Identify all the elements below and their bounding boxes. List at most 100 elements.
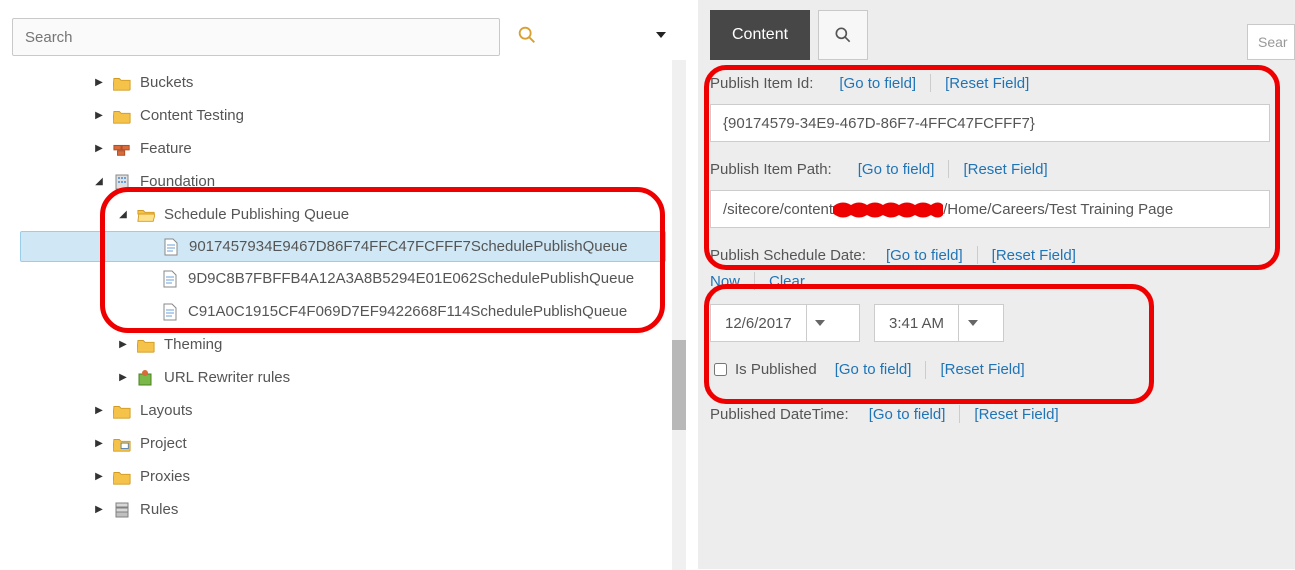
- tree-node-queue-item-3[interactable]: C91A0C1915CF4F069D7EF9422668F114Schedule…: [20, 295, 666, 328]
- field-label: Publish Item Path:: [710, 161, 832, 178]
- goto-field-link[interactable]: [Go to field]: [858, 161, 935, 178]
- separator: [959, 405, 960, 423]
- tab-content[interactable]: Content: [710, 10, 810, 60]
- placeholder-text: Sear: [1258, 34, 1288, 50]
- reset-field-link[interactable]: [Reset Field]: [992, 247, 1076, 264]
- tree-label: Content Testing: [140, 107, 244, 124]
- tree-node-queue-item-2[interactable]: 9D9C8B7FBFFB4A12A3A8B5294E01E062Schedule…: [20, 262, 666, 295]
- time-dropdown[interactable]: [958, 305, 986, 341]
- puzzle-icon: [136, 369, 156, 387]
- tree-label: Proxies: [140, 468, 190, 485]
- scrollbar-thumb[interactable]: [672, 340, 686, 430]
- tree-node-layouts[interactable]: ▶ Layouts: [20, 394, 666, 427]
- field-header-published-datetime: Published DateTime: [Go to field] [Reset…: [710, 405, 1295, 423]
- document-icon: [160, 270, 180, 288]
- time-value: 3:41 AM: [875, 315, 958, 332]
- reset-field-link[interactable]: [Reset Field]: [940, 361, 1024, 378]
- folder-icon: [112, 402, 132, 420]
- tree-label: Schedule Publishing Queue: [164, 206, 349, 223]
- is-published-checkbox[interactable]: [714, 363, 727, 376]
- content-tree: ▶ Buckets ▶ Content Testing ▶ Feature ◢ …: [20, 66, 666, 526]
- expand-icon[interactable]: ▶: [92, 77, 106, 88]
- date-input[interactable]: 12/6/2017: [710, 304, 860, 342]
- expand-icon[interactable]: ▶: [92, 438, 106, 449]
- tree-label: C91A0C1915CF4F069D7EF9422668F114Schedule…: [188, 303, 627, 320]
- time-input[interactable]: 3:41 AM: [874, 304, 1004, 342]
- tab-search[interactable]: [818, 10, 868, 60]
- publish-item-path-value[interactable]: /sitecore/content/Home/Careers/Test Trai…: [710, 190, 1270, 228]
- tree-label: URL Rewriter rules: [164, 369, 290, 386]
- document-icon: [160, 303, 180, 321]
- goto-field-link[interactable]: [Go to field]: [839, 75, 916, 92]
- date-quick-links: Now Clear: [710, 272, 1295, 290]
- tab-strip: Content: [698, 10, 868, 60]
- tree-node-theming[interactable]: ▶ Theming: [20, 328, 666, 361]
- reset-field-link[interactable]: [Reset Field]: [974, 406, 1058, 423]
- folder-icon: [112, 74, 132, 92]
- tree-label: Theming: [164, 336, 222, 353]
- field-header-publish-item-id: Publish Item Id: [Go to field] [Reset Fi…: [710, 74, 1295, 92]
- folder-icon: [112, 468, 132, 486]
- tree-node-buckets[interactable]: ▶ Buckets: [20, 66, 666, 99]
- item-search-input[interactable]: Sear: [1247, 24, 1295, 60]
- expand-icon[interactable]: ▶: [92, 143, 106, 154]
- field-header-publish-schedule-date: Publish Schedule Date: [Go to field] [Re…: [710, 246, 1295, 264]
- goto-field-link[interactable]: [Go to field]: [835, 361, 912, 378]
- collapse-icon[interactable]: ◢: [116, 209, 130, 220]
- expand-icon[interactable]: ▶: [116, 339, 130, 350]
- tree-node-content-testing[interactable]: ▶ Content Testing: [20, 99, 666, 132]
- search-icon: [833, 25, 853, 45]
- separator: [930, 74, 931, 92]
- tree-node-schedule-publishing-queue[interactable]: ◢ Schedule Publishing Queue: [20, 198, 666, 231]
- cabinet-icon: [112, 501, 132, 519]
- goto-field-link[interactable]: [Go to field]: [869, 406, 946, 423]
- field-label: Published DateTime:: [710, 406, 849, 423]
- tree-node-queue-item-1[interactable]: 9017457934E9467D86F74FFC47FCFFF7Schedule…: [20, 231, 666, 262]
- tree-search-input[interactable]: [23, 28, 489, 47]
- value-text-post: /Home/Careers/Test Training Page: [943, 201, 1173, 218]
- tree-node-url-rewriter[interactable]: ▶ URL Rewriter rules: [20, 361, 666, 394]
- date-value: 12/6/2017: [711, 315, 806, 332]
- tree-node-foundation[interactable]: ◢ Foundation: [20, 165, 666, 198]
- folder-icon: [136, 336, 156, 354]
- tree-label: Foundation: [140, 173, 215, 190]
- tab-label: Content: [732, 26, 788, 44]
- tree-node-feature[interactable]: ▶ Feature: [20, 132, 666, 165]
- value-text-pre: /sitecore/content: [723, 201, 833, 218]
- expand-icon[interactable]: ▶: [92, 471, 106, 482]
- tree-label: 9017457934E9467D86F74FFC47FCFFF7Schedule…: [189, 238, 628, 255]
- tree-node-project[interactable]: ▶ Project: [20, 427, 666, 460]
- field-header-publish-item-path: Publish Item Path: [Go to field] [Reset …: [710, 160, 1295, 178]
- separator: [925, 361, 926, 379]
- chevron-down-icon: [968, 320, 978, 326]
- reset-field-link[interactable]: [Reset Field]: [945, 75, 1029, 92]
- pane-divider[interactable]: [686, 0, 698, 569]
- tree-label: Buckets: [140, 74, 193, 91]
- folder-icon: [112, 107, 132, 125]
- goto-field-link[interactable]: [Go to field]: [886, 247, 963, 264]
- tree-search-container[interactable]: [12, 18, 500, 56]
- field-label: Is Published: [735, 361, 817, 378]
- clear-link[interactable]: Clear: [769, 273, 805, 290]
- date-dropdown[interactable]: [806, 305, 834, 341]
- field-editor: Publish Item Id: [Go to field] [Reset Fi…: [698, 60, 1295, 569]
- tree-node-rules[interactable]: ▶ Rules: [20, 493, 666, 526]
- tree-label: Rules: [140, 501, 178, 518]
- tree-label: Project: [140, 435, 187, 452]
- tree-node-proxies[interactable]: ▶ Proxies: [20, 460, 666, 493]
- now-link[interactable]: Now: [710, 273, 740, 290]
- collapse-icon[interactable]: ◢: [92, 176, 106, 187]
- publish-item-id-value[interactable]: {90174579-34E9-467D-86F7-4FFC47FCFFF7}: [710, 104, 1270, 142]
- field-is-published: Is Published [Go to field] [Reset Field]: [710, 360, 1295, 379]
- tree-label: Layouts: [140, 402, 193, 419]
- redacted-segment: [833, 201, 943, 218]
- scrollbar-track[interactable]: [672, 60, 686, 570]
- expand-icon[interactable]: ▶: [92, 405, 106, 416]
- expand-icon[interactable]: ▶: [116, 372, 130, 383]
- reset-field-link[interactable]: [Reset Field]: [963, 161, 1047, 178]
- expand-icon[interactable]: ▶: [92, 110, 106, 121]
- search-icon[interactable]: [516, 24, 538, 46]
- tree-label: Feature: [140, 140, 192, 157]
- search-options-dropdown[interactable]: [656, 32, 666, 38]
- expand-icon[interactable]: ▶: [92, 504, 106, 515]
